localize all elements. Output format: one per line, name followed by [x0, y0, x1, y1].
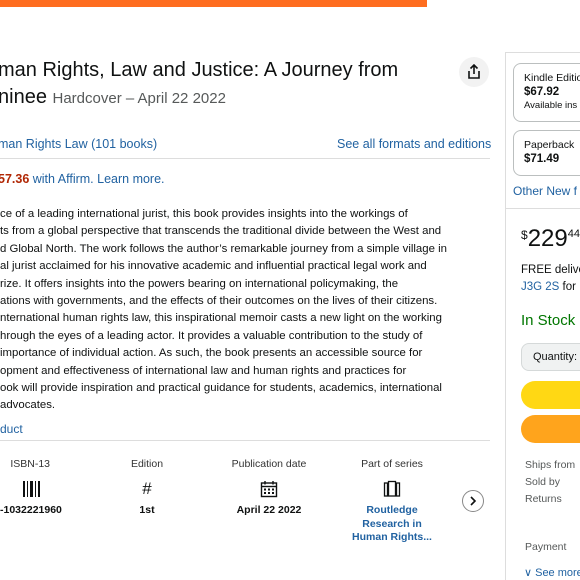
affirm-text: with Affirm. Learn more. [29, 172, 165, 186]
description-line: hrough the eyes of a leading actor. It p… [0, 329, 423, 342]
description-line: al jurist acclaimed for his innovative a… [0, 260, 427, 273]
format-kindle[interactable]: Kindle Editio $67.92 Available ins [513, 63, 580, 122]
description-line: nternational human rights law, this insp… [0, 312, 442, 325]
barcode-icon [0, 474, 50, 504]
detail-isbn: ISBN-13 -1032221960 [0, 458, 62, 516]
kindle-price: $67.92 [524, 86, 560, 98]
share-icon [468, 64, 480, 79]
paperback-price: $71.49 [524, 153, 560, 165]
delivery-rest: for [559, 281, 576, 293]
in-stock-status: In Stock [521, 312, 576, 329]
description-line: ce of a leading international jurist, th… [0, 208, 408, 220]
description-line: ook will provide inspiration and practic… [0, 382, 442, 395]
add-to-cart-button[interactable] [521, 381, 580, 409]
see-more-link[interactable]: ∨ See more [524, 566, 580, 579]
series-value-link[interactable]: Routledge Research in Human Rights... [352, 504, 432, 545]
price-fraction: 44 [567, 228, 580, 240]
detail-edition: Edition # 1st [116, 458, 178, 516]
affirm-price: 57.36 [0, 172, 30, 186]
affirm-financing[interactable]: 57.36 with Affirm. Learn more. [0, 172, 165, 186]
carousel-next-button[interactable] [462, 490, 484, 512]
calendar-icon [222, 474, 316, 504]
top-banner-bar [0, 0, 427, 7]
all-formats-link[interactable]: See all formats and editions [337, 137, 491, 151]
title-line-1: man Rights, Law and Justice: A Journey f… [0, 59, 399, 81]
read-more-link[interactable]: duct [0, 422, 23, 436]
series-link[interactable]: man Rights Law (101 books) [0, 137, 157, 151]
isbn-label: ISBN-13 [10, 458, 50, 470]
format-paperback[interactable]: Paperback $71.49 [513, 130, 580, 176]
free-delivery-text: FREE delive [521, 264, 580, 276]
product-details-carousel: ISBN-13 -1032221960 Edition # 1st Public… [0, 458, 490, 558]
description-line: d Global North. The work follows the aut… [0, 242, 447, 255]
description-line: advocates. [0, 399, 56, 412]
delivery-location: J3G 2S for [521, 281, 576, 293]
paperback-label: Paperback [524, 139, 575, 151]
edition-value: 1st [139, 504, 155, 516]
quantity-label: Quantity: [533, 351, 578, 363]
buybox-price: $22944 [521, 225, 580, 253]
isbn-value: -1032221960 [0, 504, 62, 516]
edition-label: Edition [130, 458, 164, 470]
kindle-label: Kindle Editio [524, 72, 580, 84]
description-line: ts from a global perspective that transc… [0, 225, 442, 238]
quantity-select[interactable]: Quantity: [521, 343, 580, 371]
buy-now-button[interactable] [521, 415, 580, 443]
returns-label: Returns [525, 493, 562, 505]
books-icon [352, 474, 432, 504]
payment-label: Payment [525, 541, 567, 553]
divider [505, 208, 580, 209]
detail-publication-date: Publication date April 22 2022 [222, 458, 316, 516]
ships-from-label: Ships from [525, 459, 576, 471]
description-line: rize. It offers insights into the powers… [0, 277, 399, 290]
detail-series: Part of series Routledge Research in Hum… [352, 458, 432, 545]
description-line: opment and effectiveness of internationa… [0, 364, 407, 377]
series-label: Part of series [361, 458, 423, 470]
divider [0, 440, 490, 441]
format-date: Hardcover – April 22 2022 [52, 90, 226, 107]
delivery-postal-link[interactable]: J3G 2S [521, 281, 559, 293]
title-line-2: ninee [0, 86, 47, 108]
description-line: importance of individual action. As such… [0, 347, 423, 360]
sold-by-label: Sold by [525, 476, 561, 488]
hash-icon: # [142, 479, 152, 498]
description-line: ations with governments, and the effects… [0, 295, 438, 308]
share-button[interactable] [459, 57, 489, 87]
kindle-availability: Available ins [524, 100, 578, 111]
product-description: ce of a leading international jurist, th… [0, 206, 488, 415]
divider [0, 158, 490, 159]
price-symbol: $ [521, 228, 528, 242]
pubdate-label: Publication date [231, 458, 307, 470]
pubdate-value: April 22 2022 [236, 504, 302, 516]
other-new-link[interactable]: Other New f [513, 184, 577, 198]
chevron-right-icon [470, 496, 477, 506]
price-whole: 229 [527, 225, 568, 252]
product-title: man Rights, Law and Justice: A Journey f… [0, 57, 438, 112]
